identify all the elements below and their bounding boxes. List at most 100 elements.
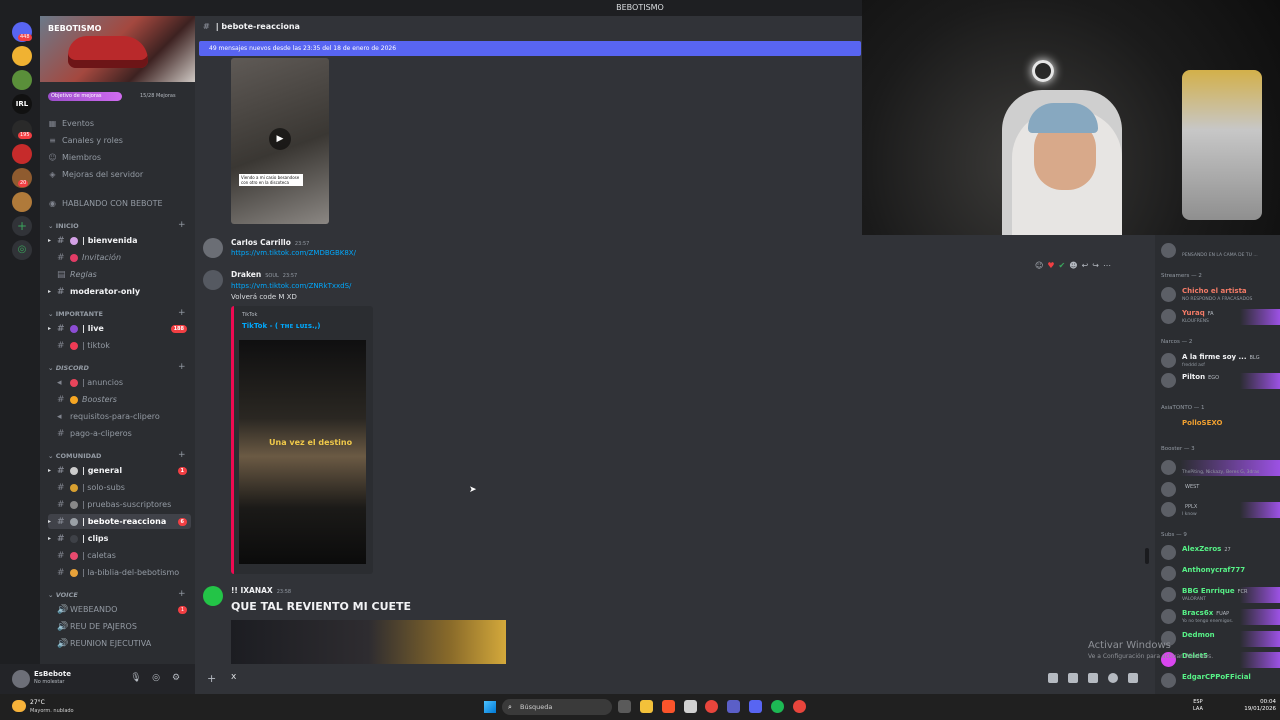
mic-icon[interactable]: 🎙 [130, 672, 142, 684]
system-clock[interactable]: 00:04 19/01/2026 [1238, 699, 1276, 713]
members-item[interactable]: ☺ Miembros [48, 153, 101, 162]
gear-icon[interactable]: ⚙ [170, 672, 182, 684]
member-row[interactable]: PolloSEXO [1159, 417, 1280, 437]
category-comunidad[interactable]: ⌄ COMUNIDAD [48, 452, 101, 460]
member-row[interactable]: Bracs6x FUAP Yo no tengo enemigos. [1159, 607, 1280, 627]
events-item[interactable]: ▦ Eventos [48, 119, 94, 128]
avatar[interactable] [12, 670, 30, 688]
category-inicio[interactable]: ⌄ INICIO [48, 222, 79, 230]
member-row[interactable]: Dedmon [1159, 629, 1280, 649]
add-channel-icon[interactable]: + [178, 308, 186, 318]
channel-requisitos[interactable]: ◂ requisitos-para-clipero [48, 409, 191, 424]
windows-start-icon[interactable] [484, 701, 496, 713]
member-row[interactable]: A la firme soy ... BLG freddd asf [1159, 351, 1280, 371]
avatar[interactable] [203, 586, 223, 606]
server-icon-5[interactable] [12, 192, 32, 212]
add-channel-icon[interactable]: + [178, 220, 186, 230]
member-row[interactable]: AlexZeros 27 [1159, 543, 1280, 563]
voice-webeando[interactable]: 🔊 WEBEANDO 1 [48, 602, 191, 617]
member-row[interactable]: ThePiting, Nickazy, Beres G, 3dras [1159, 458, 1280, 478]
channel-solo-subs[interactable]: # | solo-subs [48, 480, 191, 495]
play-icon[interactable]: ▶ [269, 128, 291, 150]
member-row[interactable]: PENSANDO EN LA CAMA DE TU ... [1159, 241, 1280, 261]
member-row[interactable]: BBG Enrrique FCR VALORANT [1159, 585, 1280, 605]
embed-provider[interactable]: TikTok [242, 312, 257, 318]
heart-icon[interactable]: ♥ [1047, 261, 1054, 270]
category-discord[interactable]: ⌄ DISCORD [48, 364, 89, 372]
member-row[interactable]: Anthonycraf777 [1159, 564, 1280, 584]
discord-icon[interactable] [749, 700, 762, 713]
check-icon[interactable]: ✔ [1059, 261, 1066, 270]
server-icon-2[interactable] [12, 70, 32, 90]
message-input[interactable]: x [231, 672, 236, 682]
member-row[interactable]: Pilton EGO [1159, 371, 1280, 391]
channel-biblia[interactable]: # | la-biblia-del-bebotismo [48, 565, 191, 580]
add-server-icon[interactable]: + [12, 216, 32, 236]
message-author[interactable]: Draken SOUL 23:57 [231, 270, 297, 279]
member-row[interactable]: PPLX I know [1159, 500, 1280, 520]
message-author[interactable]: Carlos Carrillo 23:57 [231, 238, 309, 247]
video-attachment[interactable]: ▶ Viendo a mi casio besandose con otro e… [231, 58, 329, 224]
avatar[interactable] [203, 238, 223, 258]
add-channel-icon[interactable]: + [178, 589, 186, 599]
reply-icon[interactable]: ↩ [1082, 261, 1089, 270]
browser-icon[interactable] [793, 700, 806, 713]
file-explorer-icon[interactable] [640, 700, 653, 713]
channel-bienvenida[interactable]: ▸ # | bienvenida [48, 233, 191, 248]
more-icon[interactable]: ⋯ [1103, 261, 1111, 270]
channel-general[interactable]: ▸ # | general 1 [48, 463, 191, 478]
new-messages-bar[interactable]: 49 mensajes nuevos desde las 23:35 del 1… [199, 41, 861, 56]
taskbar-search[interactable]: Búsqueda [502, 699, 612, 715]
member-row[interactable]: Yuraq FA KLOUFRENS [1159, 307, 1280, 327]
forward-icon[interactable]: ↪ [1092, 261, 1099, 270]
chrome-icon[interactable] [705, 700, 718, 713]
member-row[interactable]: WEST [1159, 480, 1280, 500]
category-voice[interactable]: ⌄ VOICE [48, 591, 78, 599]
message-link[interactable]: https://vm.tiktok.com/ZNRkTxxdS/ [231, 282, 351, 290]
task-view-icon[interactable] [618, 700, 631, 713]
apps-icon[interactable] [1128, 673, 1138, 683]
channel-caletas[interactable]: # | caletas [48, 548, 191, 563]
explore-icon[interactable]: ◎ [12, 240, 32, 260]
channel-live[interactable]: ▸ # | live 188 [48, 321, 191, 336]
voice-reu[interactable]: 🔊 REU DE PAJEROS [48, 619, 191, 634]
server-name[interactable]: BEBOTISMO [48, 24, 101, 33]
brave-icon[interactable] [662, 700, 675, 713]
channels-roles-item[interactable]: ≡ Canales y roles [48, 136, 123, 145]
channel-reglas[interactable]: ▤ Reglas [48, 267, 191, 282]
server-icon-irl[interactable]: IRL [12, 94, 32, 114]
voice-reunion[interactable]: 🔊 REUNION EJECUTIVA [48, 636, 191, 651]
spotify-icon[interactable] [771, 700, 784, 713]
message-link[interactable]: https://vm.tiktok.com/ZMDBGBK8X/ [231, 249, 356, 257]
server-boost-item[interactable]: ◈ Mejoras del servidor [48, 170, 143, 179]
message-author[interactable]: !! IXANAX 23:58 [231, 586, 291, 595]
channel-moderator-only[interactable]: ▸ # moderator-only [48, 284, 191, 299]
video-attachment[interactable] [231, 620, 506, 664]
channel-pruebas[interactable]: # | pruebas-suscriptores [48, 497, 191, 512]
member-row[interactable]: EdgarCPPoFFicial [1159, 671, 1280, 691]
add-attachment-icon[interactable]: + [207, 672, 216, 685]
hablando-con-bebote-item[interactable]: ◉ HABLANDO CON BEBOTE [48, 199, 163, 208]
channel-invitacion[interactable]: # Invitación [48, 250, 191, 265]
teams-icon[interactable] [727, 700, 740, 713]
avatar[interactable] [203, 270, 223, 290]
channel-tiktok[interactable]: # | tiktok [48, 338, 191, 353]
headphones-icon[interactable]: ◎ [150, 672, 162, 684]
app-icon[interactable] [684, 700, 697, 713]
scrollbar[interactable] [1145, 548, 1149, 564]
embed-video[interactable]: Una vez el destino [239, 340, 366, 564]
server-icon-1[interactable] [12, 46, 32, 66]
embed-title[interactable]: TikTok - ( ᴛʜᴇ ʟᴜɪs.,) [242, 322, 321, 330]
server-icon-3[interactable] [12, 144, 32, 164]
channel-anuncios[interactable]: ◂ | anuncios [48, 375, 191, 390]
boost-goal-bar[interactable]: Objetivo de mejoras [48, 92, 122, 101]
emoji-icon[interactable] [1108, 673, 1118, 683]
weather-icon[interactable] [12, 700, 26, 712]
channel-bebote-reacciona[interactable]: ▸ # | bebote-reacciona 6 [48, 514, 191, 529]
weather-temp[interactable]: 27°C [30, 699, 45, 706]
reaction-emoji-icon[interactable]: ☺ [1035, 261, 1043, 270]
sticker-icon[interactable] [1088, 673, 1098, 683]
channel-clips[interactable]: ▸ # | clips [48, 531, 191, 546]
add-channel-icon[interactable]: + [178, 362, 186, 372]
add-reaction-icon[interactable]: ☻ [1069, 261, 1077, 270]
